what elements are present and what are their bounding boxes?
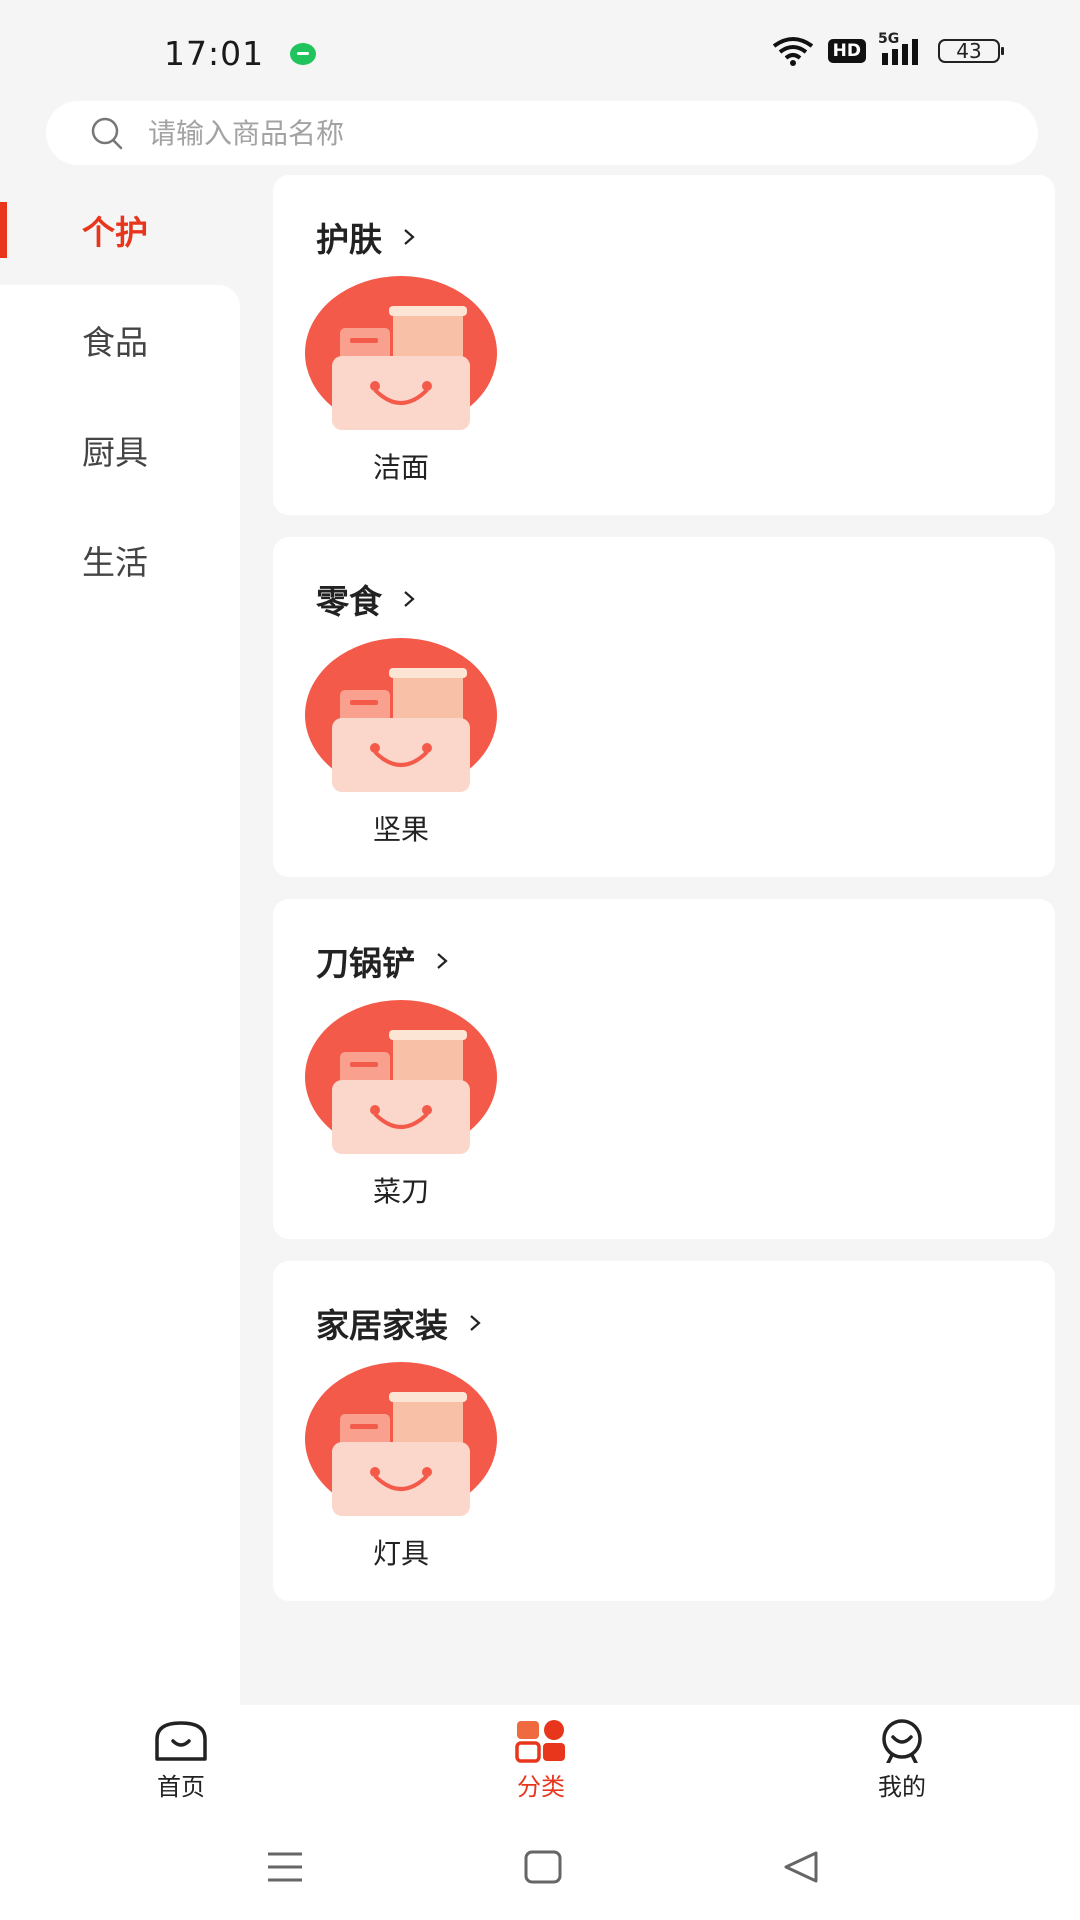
shopping-bag-icon [305,638,497,792]
message-notification-icon [290,43,316,65]
category-header[interactable]: 护肤 [316,213,418,261]
back-triangle-icon[interactable] [782,1850,820,1884]
subcategory-item[interactable]: 菜刀 [305,1000,497,1210]
category-card-home-decor: 家居家装 灯具 [273,1261,1055,1601]
category-card-skincare: 护肤 洁面 [273,175,1055,515]
wifi-icon [772,37,813,66]
subcategory-label: 灯具 [372,1537,429,1570]
sidebar-item-label: 个护 [82,213,148,252]
category-header[interactable]: 家居家装 [316,1299,484,1347]
subcategory-item[interactable]: 坚果 [305,638,497,848]
category-title: 护肤 [316,220,382,259]
shopping-bag-icon [305,1000,497,1154]
sidebar-item-living[interactable]: 生活 [0,505,240,615]
category-sidebar: 个护 食品 厨具 生活 [0,175,240,1705]
sidebar-item-personal-care[interactable]: 个护 [0,175,240,285]
sidebar-item-label: 厨具 [82,433,148,472]
tab-profile[interactable]: 我的 [822,1719,982,1802]
search-input[interactable] [146,115,950,151]
tab-label: 分类 [517,1773,565,1801]
hd-badge: HD [827,39,866,63]
subcategory-item[interactable]: 灯具 [305,1362,497,1572]
chevron-right-icon [404,229,415,245]
bottom-tab-bar: 首页 分类 我的 [0,1705,1080,1820]
shopping-bag-icon [305,1362,497,1516]
sidebar-item-label: 食品 [82,323,148,362]
home-square-icon[interactable] [524,1850,562,1884]
subcategory-item[interactable]: 洁面 [305,276,497,486]
battery-level: 43 [956,39,982,63]
home-face-icon [155,1721,207,1761]
tab-label: 首页 [157,1773,205,1801]
battery-icon: 43 [938,39,1004,63]
sidebar-item-kitchenware[interactable]: 厨具 [0,395,240,505]
chevron-right-icon [404,591,415,607]
tab-home[interactable]: 首页 [101,1719,261,1802]
category-grid-icon [515,1720,565,1763]
menu-icon[interactable] [266,1850,304,1884]
tab-category[interactable]: 分类 [461,1719,621,1802]
category-header[interactable]: 零食 [316,575,418,623]
tab-label: 我的 [878,1773,926,1801]
search-icon [91,117,123,150]
subcategory-label: 洁面 [372,451,429,484]
category-card-snacks: 零食 坚果 [273,537,1055,877]
status-icons: HD 5G 43 [772,31,1004,66]
status-time: 17:01 [164,34,265,73]
search-bar[interactable] [46,101,1038,165]
network-type: 5G [878,31,900,47]
shopping-bag-icon [305,276,497,430]
system-navigation-bar [0,1820,1080,1920]
category-title: 零食 [316,582,382,621]
profile-face-icon [882,1719,922,1763]
category-header[interactable]: 刀锅铲 [316,937,451,985]
category-title: 家居家装 [316,1306,448,1345]
cellular-signal-icon: 5G [878,31,924,65]
chevron-right-icon [470,1315,481,1331]
sidebar-item-label: 生活 [82,543,148,582]
category-title: 刀锅铲 [316,944,415,983]
subcategory-label: 坚果 [372,813,429,846]
category-card-cutlery: 刀锅铲 菜刀 [273,899,1055,1239]
chevron-right-icon [437,953,448,969]
subcategory-label: 菜刀 [372,1175,429,1208]
sidebar-item-food[interactable]: 食品 [0,285,240,395]
status-bar: 17:01 HD 5G 43 [0,0,1080,100]
